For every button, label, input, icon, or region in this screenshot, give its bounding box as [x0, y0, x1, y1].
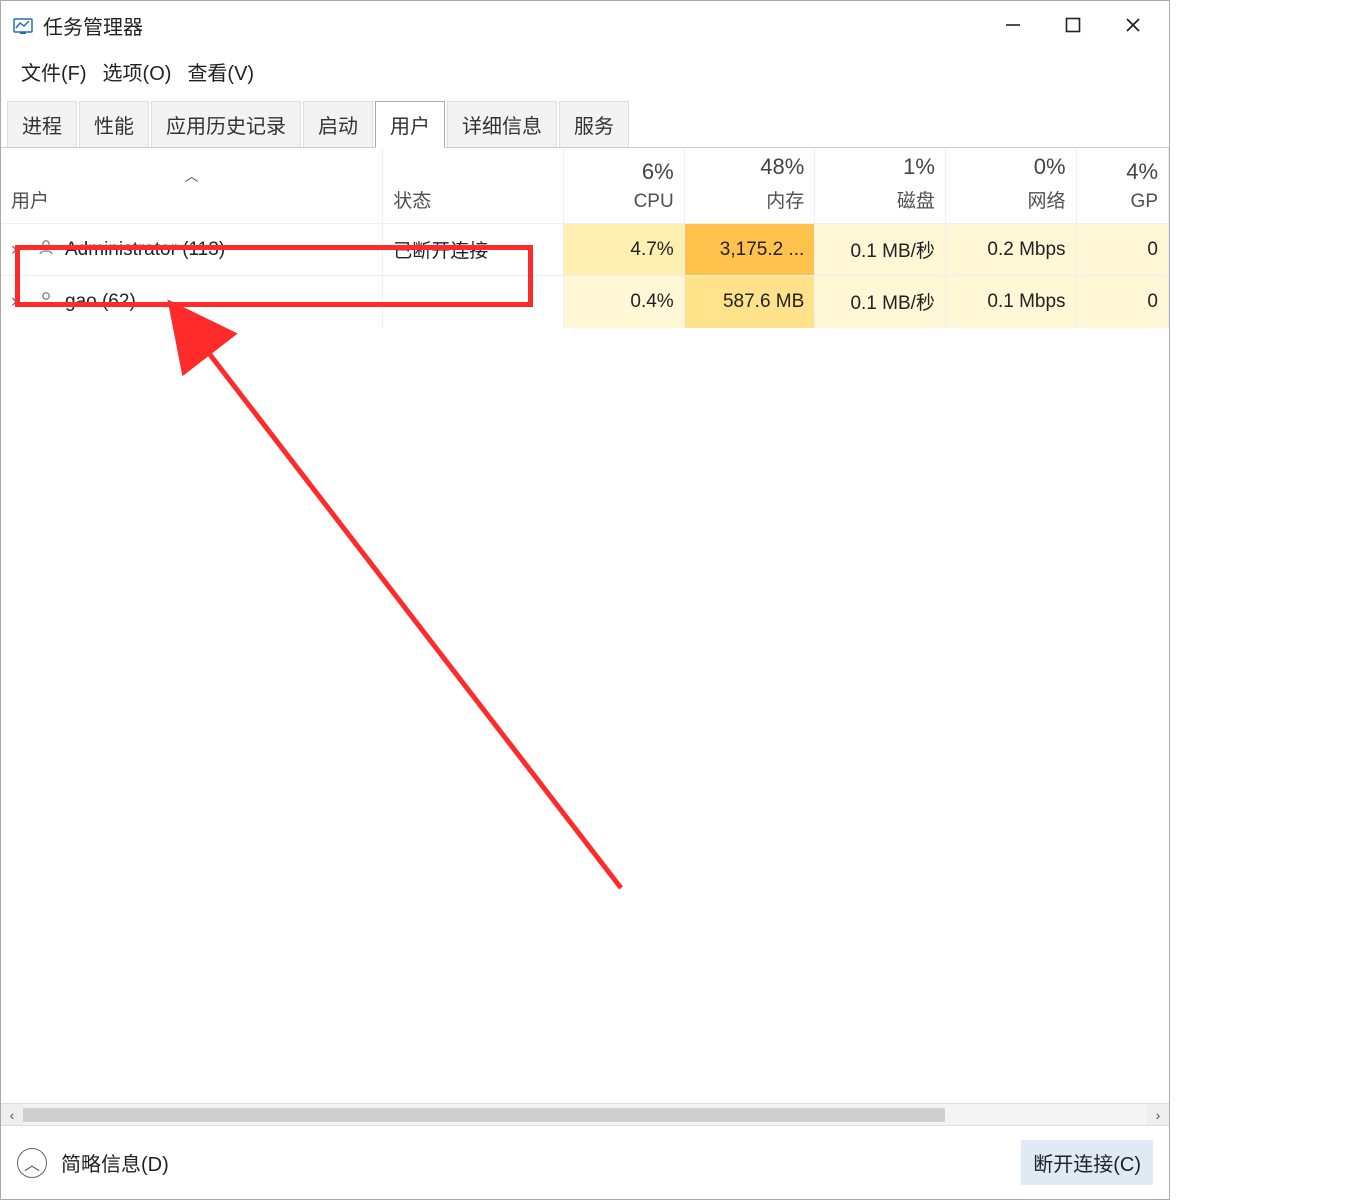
- close-button[interactable]: [1103, 6, 1163, 44]
- scroll-right-icon[interactable]: ›: [1147, 1104, 1169, 1126]
- row-status: 已断开连接: [383, 224, 564, 276]
- col-net-pct: 0%: [956, 154, 1066, 180]
- task-manager-window: 任务管理器 文件(F) 选项(O) 查看(V) 进程 性能 应用历史记录 启动 …: [0, 0, 1170, 1200]
- col-status[interactable]: 状态: [383, 148, 564, 224]
- row-cpu: 4.7%: [564, 224, 685, 276]
- tabstrip: 进程 性能 应用历史记录 启动 用户 详细信息 服务: [1, 100, 1169, 148]
- user-icon: [37, 290, 55, 314]
- col-gpu[interactable]: 4% GP: [1076, 148, 1168, 224]
- disconnect-button[interactable]: 断开连接(C): [1021, 1140, 1153, 1185]
- col-gpu-pct: 4%: [1087, 159, 1158, 185]
- col-net[interactable]: 0% 网络: [945, 148, 1076, 224]
- tab-users[interactable]: 用户: [375, 101, 445, 148]
- user-icon: [37, 238, 55, 262]
- scrollbar-thumb[interactable]: [23, 1108, 945, 1122]
- col-user[interactable]: ︿ 用户: [1, 148, 383, 224]
- minimize-button[interactable]: [983, 6, 1043, 44]
- titlebar[interactable]: 任务管理器: [1, 1, 1169, 49]
- scrollbar-track[interactable]: [23, 1108, 1147, 1122]
- expand-icon[interactable]: ›: [11, 239, 27, 261]
- col-mem-label: 内存: [766, 191, 804, 212]
- menu-file[interactable]: 文件(F): [15, 53, 93, 90]
- table-row[interactable]: › Administrator (113) 已断开连接 4.7% 3,175.2…: [1, 224, 1169, 276]
- col-mem-pct: 48%: [695, 154, 805, 180]
- row-status: [383, 276, 564, 328]
- col-disk-pct: 1%: [825, 154, 935, 180]
- tab-startup[interactable]: 启动: [303, 101, 373, 147]
- tab-processes[interactable]: 进程: [7, 101, 77, 147]
- row-gpu: 0: [1076, 224, 1168, 276]
- horizontal-scrollbar[interactable]: ‹ ›: [1, 1103, 1169, 1125]
- col-cpu-label: CPU: [634, 191, 674, 212]
- col-disk-label: 磁盘: [897, 191, 935, 212]
- menubar: 文件(F) 选项(O) 查看(V): [1, 49, 1169, 100]
- table-row[interactable]: › gao (62) 0.4% 587.6 MB 0.1 MB/秒 0.1 Mb…: [1, 276, 1169, 328]
- row-user-name: Administrator (113): [65, 239, 225, 261]
- maximize-button[interactable]: [1043, 6, 1103, 44]
- menu-view[interactable]: 查看(V): [181, 53, 260, 90]
- col-gpu-label: GP: [1131, 191, 1158, 212]
- scroll-left-icon[interactable]: ‹: [1, 1104, 23, 1126]
- users-grid: ︿ 用户 状态 6% CPU 48% 内存: [1, 148, 1169, 1103]
- row-net: 0.1 Mbps: [945, 276, 1076, 328]
- col-disk[interactable]: 1% 磁盘: [815, 148, 946, 224]
- menu-options[interactable]: 选项(O): [97, 53, 178, 90]
- row-disk: 0.1 MB/秒: [815, 224, 946, 276]
- row-user-name: gao (62): [65, 291, 136, 313]
- row-disk: 0.1 MB/秒: [815, 276, 946, 328]
- expand-icon[interactable]: ›: [11, 291, 27, 313]
- col-net-label: 网络: [1028, 191, 1066, 212]
- col-user-label: 用户: [11, 191, 49, 212]
- tab-details[interactable]: 详细信息: [447, 101, 557, 147]
- window-title: 任务管理器: [43, 11, 143, 40]
- footer: ︿ 简略信息(D) 断开连接(C): [1, 1125, 1169, 1199]
- col-cpu-pct: 6%: [574, 159, 674, 185]
- tab-app-history[interactable]: 应用历史记录: [151, 101, 301, 147]
- brief-info-button[interactable]: 简略信息(D): [61, 1148, 169, 1177]
- row-gpu: 0: [1076, 276, 1168, 328]
- col-status-label: 状态: [393, 191, 431, 212]
- collapse-toggle-button[interactable]: ︿: [17, 1148, 47, 1178]
- row-net: 0.2 Mbps: [945, 224, 1076, 276]
- row-cpu: 0.4%: [564, 276, 685, 328]
- tab-services[interactable]: 服务: [559, 101, 629, 147]
- row-mem: 3,175.2 ...: [684, 224, 815, 276]
- app-icon: [11, 13, 35, 37]
- tab-performance[interactable]: 性能: [79, 101, 149, 147]
- sort-indicator-icon: ︿: [11, 166, 372, 186]
- chevron-up-icon: ︿: [24, 1151, 40, 1175]
- col-mem[interactable]: 48% 内存: [684, 148, 815, 224]
- row-mem: 587.6 MB: [684, 276, 815, 328]
- col-cpu[interactable]: 6% CPU: [564, 148, 685, 224]
